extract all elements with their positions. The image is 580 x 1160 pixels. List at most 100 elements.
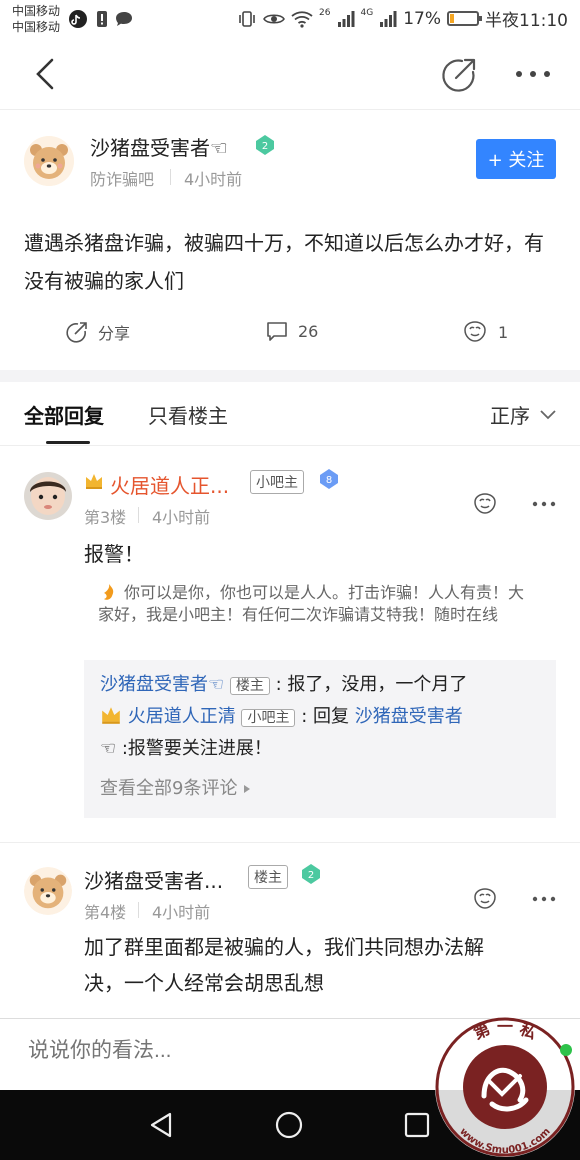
sort-dropdown[interactable]: 正序 <box>490 400 556 429</box>
more-dots-icon[interactable] <box>512 62 554 86</box>
sub-reply-tag: 小吧主 <box>241 709 296 727</box>
section-divider <box>0 370 580 382</box>
clock: 半夜11:10 <box>485 11 568 31</box>
sub-reply-2-continued: ☜ :报警要关注进展！ <box>100 738 272 759</box>
tab-op-only[interactable]: 只看楼主 <box>148 400 228 429</box>
level-badge-number: 8 <box>326 475 332 486</box>
vibrate-icon <box>239 10 255 27</box>
carrier-2: 中国移动 <box>12 20 61 34</box>
reply-tabs: 全部回复 只看楼主 正序 <box>0 382 580 446</box>
watermark-green-dot <box>560 1044 572 1056</box>
carrier-labels: 中国移动 中国移动 <box>12 3 60 35</box>
recent-apps-icon[interactable] <box>404 1112 430 1138</box>
meta-divider <box>138 902 139 918</box>
reply-avatar[interactable] <box>24 472 72 520</box>
home-circle-icon[interactable] <box>274 1110 304 1140</box>
sub-reply-author[interactable]: 火居道人正清 <box>128 706 236 727</box>
tab-all-replies[interactable]: 全部回复 <box>24 400 104 429</box>
signal-1-icon <box>337 10 354 27</box>
tiktok-icon <box>69 10 87 28</box>
crown-icon <box>86 474 102 489</box>
sub-reply-text: : 报了，没用，一个月了 <box>275 674 468 695</box>
reply-author-name[interactable]: 沙猪盘受害者... <box>84 865 223 894</box>
level-badge: 2 <box>256 135 274 155</box>
sub-reply-2: 火居道人正清 小吧主 : 回复 沙猪盘受害者 <box>100 704 463 731</box>
chevron-left-icon[interactable] <box>28 54 64 94</box>
watermark-seal: 第 一 私 www.Smu001.com <box>435 1017 575 1157</box>
bear-avatar-icon <box>24 867 72 915</box>
comment-action[interactable]: 26 <box>266 320 318 342</box>
message-icon <box>116 12 132 26</box>
wifi-icon <box>291 10 313 28</box>
reply-body: 报警！ <box>84 542 144 566</box>
battery-text: 17% <box>403 8 441 29</box>
post-time: 4小时前 <box>184 170 243 189</box>
share-action[interactable]: 分享 <box>66 320 130 344</box>
meta-divider <box>170 169 171 185</box>
meta-divider <box>138 507 139 523</box>
view-all-comments-link[interactable]: 查看全部9条评论 <box>100 774 251 800</box>
top-nav <box>0 40 580 110</box>
reply-time: 4小时前 <box>152 508 211 527</box>
reply-avatar[interactable] <box>24 867 72 915</box>
comment-count: 26 <box>298 321 319 341</box>
reply-signature: 你可以是你，你也可以是人人。打击诈骗！人人有责！大家好，我是小吧主！有任何二次诈… <box>98 583 525 624</box>
comment-input[interactable] <box>28 1039 299 1063</box>
level-badge-number: 2 <box>308 870 314 881</box>
thumbs-up-icon[interactable] <box>472 492 498 516</box>
forum-name[interactable]: 防诈骗吧 <box>90 166 154 190</box>
thumbs-up-icon <box>464 321 486 342</box>
comment-icon <box>267 322 287 341</box>
reply-body-line-2: 决，一个人经常会胡思乱想 <box>84 971 324 995</box>
eye-icon <box>263 13 285 24</box>
network-1-label: 26 <box>319 7 331 18</box>
sub-reply-text-prefix: : 回复 <box>301 706 355 727</box>
bear-avatar-icon <box>24 136 74 186</box>
post-actions: 分享 26 1 <box>0 320 580 360</box>
reply-floor-3: 火居道人正... 小吧主 8 第3楼 4小时前 报警！ 你可以是你，你也可以是人… <box>0 446 580 846</box>
crown-icon <box>102 707 120 724</box>
thumbs-up-icon[interactable] <box>472 887 498 911</box>
more-dots-icon[interactable] <box>532 500 556 508</box>
battery-fill <box>450 14 454 23</box>
level-badge: 8 <box>320 469 338 489</box>
like-count: 1 <box>498 322 509 342</box>
sub-reply-mention[interactable]: 沙猪盘受害者 <box>355 706 463 727</box>
reply-floor: 第3楼 <box>84 508 127 527</box>
view-all-label: 查看全部9条评论 <box>100 778 238 799</box>
author-avatar[interactable] <box>24 136 74 186</box>
alert-icon <box>97 11 107 27</box>
reply-floor-4: 沙猪盘受害者... 楼主 2 第4楼 4小时前 加了群里面都是被骗的人，我们共同… <box>0 843 580 1018</box>
post-content: 遭遇杀猪盘诈骗，被骗四十万，不知道以后怎么办才好，有没有被骗的家人们 <box>24 231 544 293</box>
reply-body-line-1: 加了群里面都是被骗的人，我们共同想办法解 <box>84 935 484 959</box>
share-icon <box>66 322 87 343</box>
status-bar: 中国移动 中国移动 26 4G 17% 半夜11:10 <box>0 0 580 40</box>
signal-2-icon <box>380 10 397 27</box>
carrier-1: 中国移动 <box>12 4 61 18</box>
reply-time: 4小时前 <box>152 903 211 922</box>
child-avatar-icon <box>24 472 72 520</box>
like-action[interactable]: 1 <box>462 320 508 344</box>
level-badge: 2 <box>302 864 320 884</box>
sub-replies-box: 沙猪盘受害者☜ 楼主 : 报了，没用，一个月了 火居道人正清 小吧主 : 回复 … <box>84 660 556 818</box>
sub-reply-tag: 楼主 <box>229 677 270 695</box>
back-triangle-icon[interactable] <box>146 1110 176 1140</box>
chevron-down-icon <box>540 409 556 419</box>
sort-label: 正序 <box>490 404 530 428</box>
sub-reply-author[interactable]: 沙猪盘受害者☜ <box>100 674 224 695</box>
share-label: 分享 <box>98 324 131 343</box>
reply-role-tag: 小吧主 <box>250 470 304 494</box>
sub-reply-1: 沙猪盘受害者☜ 楼主 : 报了，没用，一个月了 <box>100 672 467 699</box>
caret-right-icon <box>244 785 251 793</box>
level-badge-number: 2 <box>262 141 268 152</box>
reply-author-name[interactable]: 火居道人正... <box>110 470 229 499</box>
follow-button[interactable]: + 关注 <box>476 139 556 179</box>
more-dots-icon[interactable] <box>532 895 556 903</box>
network-2-label: 4G <box>360 7 374 18</box>
share-arrow-icon[interactable] <box>440 56 478 94</box>
reply-role-tag: 楼主 <box>248 865 288 889</box>
active-tab-indicator <box>46 441 90 444</box>
reply-floor: 第4楼 <box>84 903 127 922</box>
battery-icon <box>447 11 482 26</box>
author-name[interactable]: 沙猪盘受害者☜ <box>90 132 228 161</box>
